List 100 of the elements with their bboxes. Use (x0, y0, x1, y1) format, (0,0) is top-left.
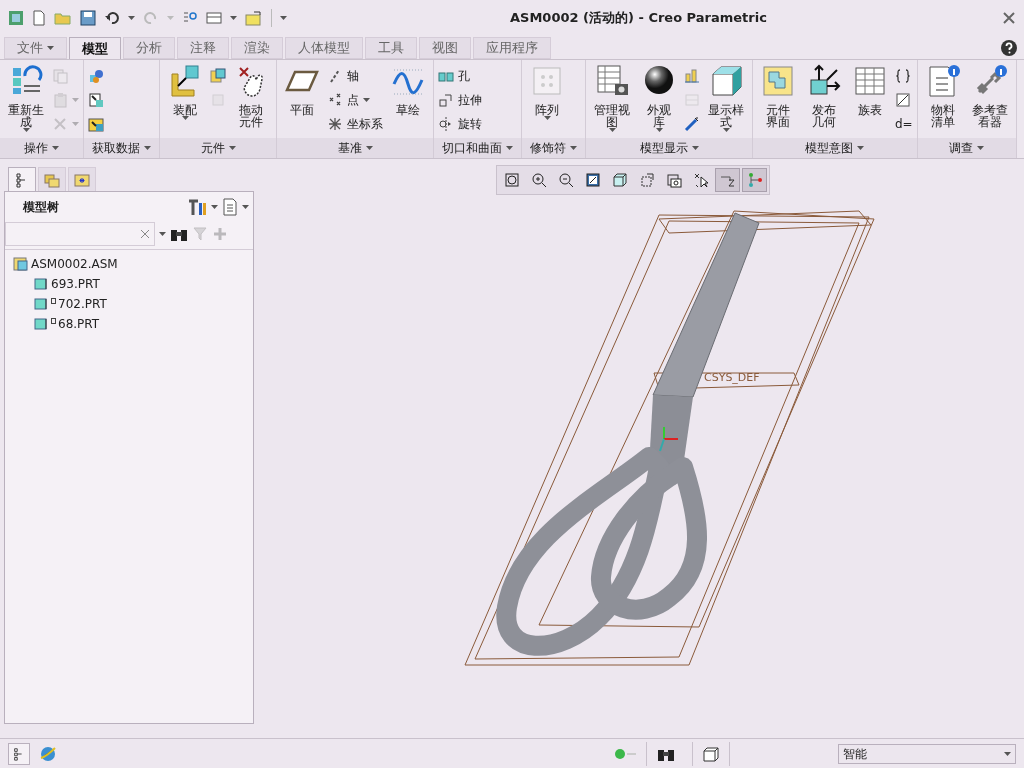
caret-icon (144, 146, 151, 150)
group-label[interactable]: 操作 (0, 138, 83, 158)
ribbon-button[interactable]: 拖动 元件 (230, 64, 272, 128)
ribbon-button[interactable]: 显示样 式 (704, 64, 748, 132)
ribbon-button[interactable]: 重新生 成 (4, 64, 48, 132)
cube-icon (702, 745, 720, 762)
button-label: 草绘 (396, 104, 420, 116)
clear-icon[interactable] (140, 229, 150, 239)
caret-icon (52, 146, 59, 150)
ribbon-tab[interactable]: 人体模型 (285, 37, 363, 59)
group-label[interactable]: 修饰符 (522, 138, 585, 158)
ribbon-small-button[interactable]: 旋转 (438, 114, 482, 133)
repaint-icon (584, 172, 601, 188)
tool-icon (684, 115, 700, 132)
ribbon-tab[interactable]: 注释 (177, 37, 229, 59)
caret-icon (159, 232, 166, 236)
ribbon-button[interactable]: 物料 清单 (921, 64, 964, 128)
button-label: 元件 (239, 116, 263, 128)
button-label: 发布 (812, 104, 836, 116)
tool-icon (438, 91, 454, 108)
ribbon-button[interactable]: 族表 (849, 64, 891, 116)
button-label: 库 (653, 116, 665, 128)
close-window-icon[interactable] (245, 10, 263, 26)
tool-icon (895, 67, 911, 84)
button-label: 界面 (766, 116, 790, 128)
help-icon[interactable] (1000, 39, 1018, 57)
tool-icon (530, 64, 564, 98)
ribbon-tab[interactable]: 模型 (69, 37, 121, 59)
zoom-in-icon (530, 172, 547, 188)
filter-dropdown[interactable]: 智能 (838, 743, 1016, 764)
search-field[interactable] (5, 222, 155, 246)
tree-item[interactable]: 68.PRT (5, 314, 253, 334)
tool-icon (52, 115, 68, 132)
tool-icon (684, 67, 700, 84)
tool-icon (807, 64, 841, 98)
tree-item[interactable]: 693.PRT (5, 274, 253, 294)
saved-views-icon (638, 172, 655, 188)
ribbon-button[interactable]: 平面 (281, 64, 323, 116)
ribbon-small-button[interactable] (895, 90, 913, 109)
ribbon-button[interactable]: 草绘 (387, 64, 429, 116)
ribbon-button[interactable]: 发布 几何 (803, 64, 845, 128)
panel-tab[interactable] (68, 167, 96, 191)
ribbon-button[interactable]: 装配 (164, 64, 206, 120)
selection-button[interactable] (692, 741, 730, 766)
ribbon-small-button[interactable]: 坐标系 (327, 114, 383, 133)
ribbon-small-button[interactable]: 拉伸 (438, 90, 482, 109)
group-label[interactable]: 模型意图 (753, 138, 917, 158)
panel-title: 模型树 (23, 199, 59, 216)
ribbon-small-button[interactable]: 点 (327, 90, 383, 109)
button-label: 元件 (766, 104, 790, 116)
list-settings-icon[interactable] (222, 198, 238, 216)
tool-icon (52, 67, 68, 84)
view-manager-icon (665, 172, 682, 188)
tree-item[interactable]: ASM0002.ASM (5, 254, 253, 274)
caret-icon (365, 146, 373, 150)
button-label: 阵列 (535, 104, 559, 116)
undo-icon[interactable] (104, 10, 120, 26)
tree-toggle-button[interactable] (8, 742, 30, 765)
status-indicator-icon (614, 747, 638, 760)
ribbon-tab[interactable]: 视图 (419, 37, 471, 59)
group-label[interactable]: 调查 (917, 138, 1016, 158)
group-label[interactable]: 切口和曲面 (434, 138, 521, 158)
tree-item[interactable]: 702.PRT (5, 294, 253, 314)
caret-icon (128, 16, 135, 20)
panel-tab[interactable] (8, 167, 36, 191)
button-label: 清单 (930, 116, 955, 128)
ribbon-button[interactable]: 参考查 看器 (967, 64, 1012, 128)
ribbon-tab[interactable]: 工具 (365, 37, 417, 59)
window-title: ASM0002 (活动的) - Creo Parametric (510, 9, 767, 28)
zoom-out-icon (557, 172, 574, 188)
tool-icon (52, 91, 68, 108)
ribbon-small-button[interactable]: d= (895, 114, 913, 133)
favorites-folder-icon (74, 171, 90, 188)
window-icon[interactable] (206, 10, 222, 26)
ribbon-button[interactable]: 外观 库 (638, 64, 680, 132)
ribbon-button[interactable]: 管理视 图 (590, 64, 634, 132)
group-label[interactable]: 模型显示 (586, 138, 752, 158)
ribbon-button[interactable]: 阵列 (526, 64, 568, 120)
save-icon[interactable] (80, 10, 96, 26)
ribbon-small-button[interactable] (88, 90, 104, 109)
assembly-icon (13, 257, 29, 271)
ribbon-small-button[interactable]: 孔 (438, 66, 482, 85)
ribbon-tab[interactable]: 渲染 (231, 37, 283, 59)
group-label[interactable]: 元件 (160, 138, 276, 158)
button-label: 成 (20, 116, 32, 128)
group-label[interactable]: 基准 (277, 138, 433, 158)
close-icon[interactable] (1002, 11, 1016, 25)
caret-icon (280, 16, 287, 20)
ribbon-tab[interactable]: 文件 (4, 37, 67, 59)
ribbon-button[interactable]: 元件 界面 (757, 64, 799, 128)
ribbon-small-button[interactable]: 轴 (327, 66, 383, 85)
caret-icon (242, 205, 249, 209)
group-label[interactable]: 获取数据 (84, 138, 159, 158)
zoom-fit-icon (503, 172, 520, 188)
ribbon-tab[interactable]: 应用程序 (473, 37, 551, 59)
tool-icon (595, 64, 629, 98)
tools-icon[interactable] (187, 198, 207, 216)
new-file-icon[interactable] (32, 10, 46, 26)
ribbon-tab[interactable]: 分析 (123, 37, 175, 59)
tool-icon (761, 64, 795, 98)
